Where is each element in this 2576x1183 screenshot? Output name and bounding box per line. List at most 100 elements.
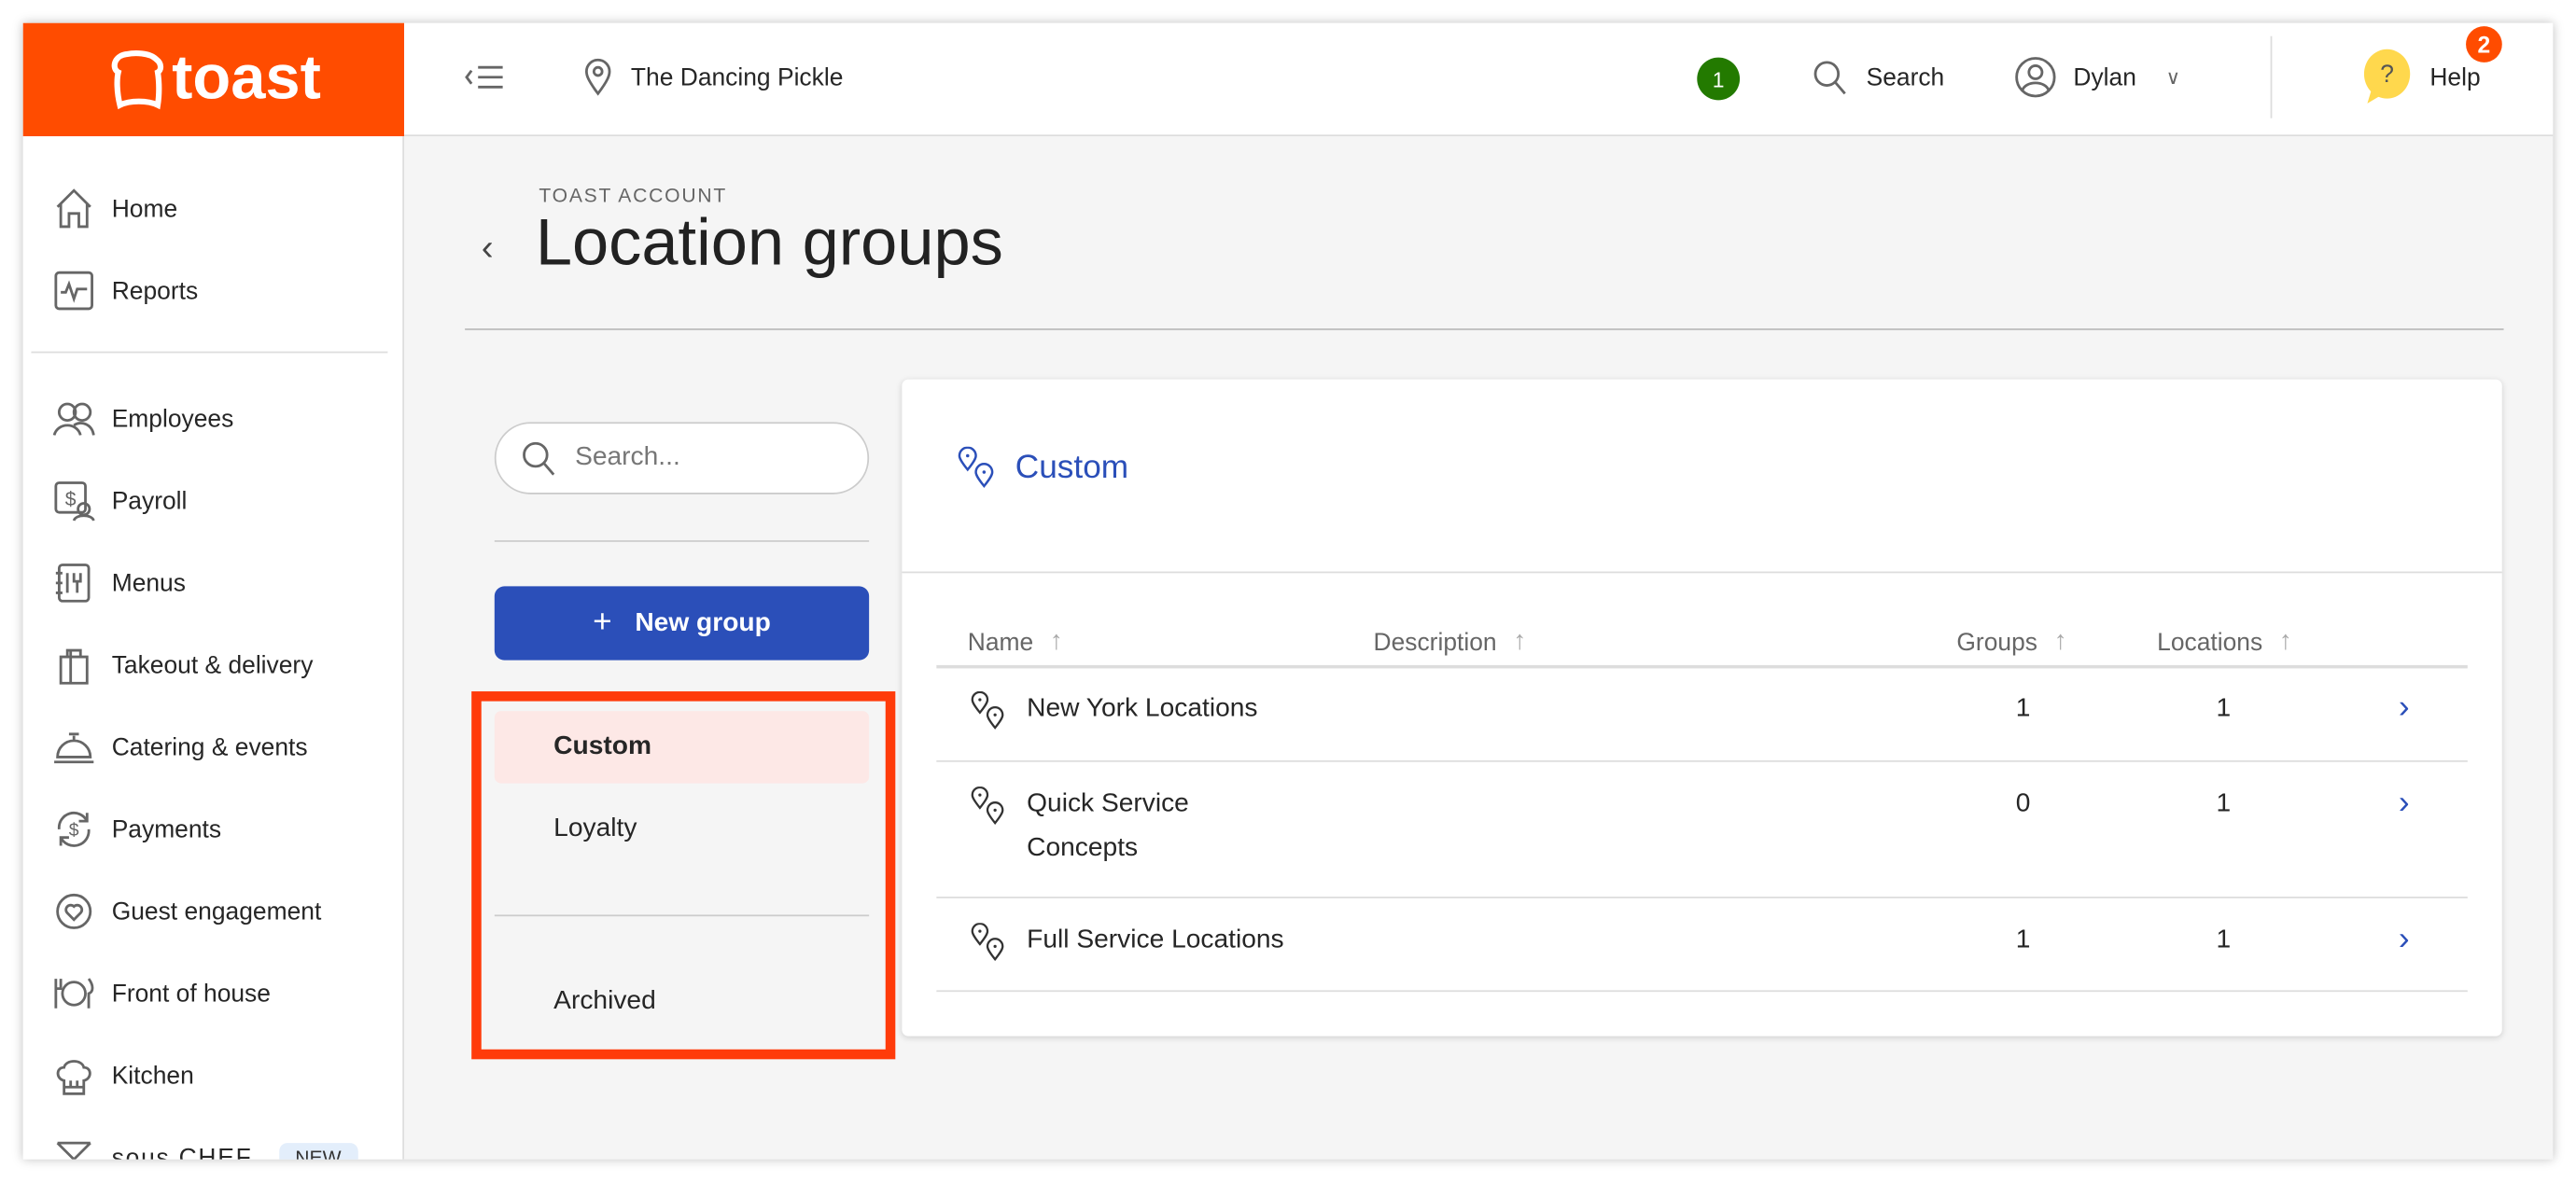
sidebar-item-payroll[interactable]: $ Payroll [52, 480, 187, 522]
svg-text:$: $ [69, 820, 79, 841]
sidebar-item-takeout[interactable]: Takeout & delivery [52, 644, 313, 687]
sidebar: Home Reports Employees $ Payroll Menus Ta… [22, 136, 405, 1160]
sidebar-item-label: Reports [111, 276, 199, 305]
locations-count: 1 [2216, 789, 2232, 818]
collapse-sidebar-button[interactable] [463, 23, 509, 132]
column-label: Description [1373, 628, 1497, 657]
reports-icon [54, 271, 93, 311]
sidebar-item-kitchen[interactable]: Kitchen [52, 1054, 194, 1097]
top-bar: The Dancing Pickle 1 Search Dylan ∨ ? He… [404, 22, 2554, 137]
groups-count: 1 [2015, 694, 2031, 723]
search-button[interactable]: Search [1811, 23, 1944, 132]
column-header-name[interactable]: Name ↑ [968, 627, 1063, 657]
search-icon [523, 441, 555, 476]
new-group-button[interactable]: + New group [494, 586, 870, 661]
sidebar-item-label: Home [111, 194, 178, 223]
header-divider [465, 328, 2504, 330]
sidebar-item-label: sous CHEF [111, 1143, 253, 1160]
group-name[interactable]: Full Service Locations [1027, 926, 1283, 956]
employees-icon [52, 402, 95, 436]
help-label: Help [2429, 63, 2481, 91]
help-badge: 2 [2466, 26, 2502, 63]
payments-icon: $ [57, 811, 91, 847]
sort-arrow-icon: ↑ [2278, 627, 2292, 656]
sidebar-item-label: Menus [111, 568, 186, 597]
back-button[interactable]: ‹ [482, 227, 494, 270]
divider [2270, 35, 2273, 118]
search-icon [1813, 61, 1846, 95]
sort-arrow-icon: ↑ [2053, 627, 2067, 656]
groups-count: 1 [2015, 926, 2031, 954]
collapse-menu-icon [465, 65, 503, 89]
menus-icon [55, 564, 91, 603]
column-header-locations[interactable]: Locations ↑ [2157, 627, 2292, 657]
sidebar-item-label: Guest engagement [111, 897, 322, 926]
sidebar-item-label: Takeout & delivery [111, 650, 314, 679]
sidebar-item-label: Payments [111, 814, 222, 843]
page-title: Location groups [535, 206, 1003, 280]
location-selector[interactable]: The Dancing Pickle [581, 23, 843, 132]
guest-engagement-icon [56, 893, 92, 929]
divider [902, 571, 2502, 574]
sidebar-item-label: Payroll [111, 486, 188, 515]
group-name-continued: Concepts [1027, 834, 1139, 863]
sidebar-item-employees[interactable]: Employees [52, 397, 233, 440]
group-search-input[interactable]: Search... [494, 422, 870, 494]
location-group-icon [970, 922, 1009, 962]
sidebar-item-front-of-house[interactable]: Front of house [52, 972, 271, 1015]
search-placeholder: Search... [575, 443, 680, 472]
chevron-right-icon[interactable]: › [2399, 785, 2410, 822]
sort-arrow-icon: ↑ [1049, 627, 1063, 656]
sidebar-item-reports[interactable]: Reports [52, 270, 198, 313]
location-group-icon [958, 446, 994, 488]
column-label: Name [967, 628, 1034, 657]
help-button[interactable]: ? Help [2358, 23, 2481, 132]
home-icon [56, 188, 91, 229]
header-divider [936, 664, 2468, 669]
svg-text:?: ? [2380, 60, 2394, 88]
column-header-groups[interactable]: Groups ↑ [1956, 627, 2066, 657]
location-name: The Dancing Pickle [630, 63, 844, 91]
groups-count: 0 [2015, 789, 2031, 818]
column-label: Groups [1956, 628, 2038, 657]
row-divider [936, 990, 2468, 993]
sidebar-item-label: Catering & events [111, 732, 308, 761]
group-name[interactable]: New York Locations [1027, 695, 1257, 725]
sidebar-divider [31, 351, 388, 354]
group-name[interactable]: Quick Service [1027, 790, 1189, 820]
brand-name: toast [172, 44, 321, 114]
chevron-down-icon: ∨ [2165, 65, 2181, 90]
chevron-right-icon[interactable]: › [2399, 689, 2410, 727]
sidebar-item-sous-chef[interactable]: sous CHEF NEW [52, 1136, 358, 1160]
sidebar-item-home[interactable]: Home [52, 188, 177, 230]
row-divider [936, 897, 2468, 898]
locations-count: 1 [2216, 694, 2232, 723]
page-eyebrow: TOAST ACCOUNT [539, 184, 728, 207]
catering-icon [54, 732, 94, 764]
toast-logo[interactable]: toast [22, 22, 405, 137]
column-label: Locations [2157, 628, 2263, 657]
sidebar-item-label: Kitchen [111, 1061, 194, 1090]
svg-text:$: $ [65, 489, 77, 510]
chef-icon [56, 1141, 91, 1160]
sidebar-item-menus[interactable]: Menus [52, 562, 186, 605]
location-group-icon [970, 786, 1009, 826]
column-header-description[interactable]: Description ↑ [1374, 627, 1527, 657]
plus-icon: + [593, 604, 612, 641]
notification-badge[interactable]: 1 [1697, 57, 1741, 101]
sidebar-item-guest-engagement[interactable]: Guest engagement [52, 890, 321, 933]
sort-arrow-icon: ↑ [1513, 627, 1527, 656]
highlight-box [471, 691, 896, 1060]
kitchen-icon [56, 1060, 91, 1095]
chevron-right-icon[interactable]: › [2399, 921, 2410, 958]
card-title: Custom [956, 446, 1129, 490]
sidebar-item-label: Employees [111, 404, 234, 433]
user-name: Dylan [2073, 63, 2136, 91]
sidebar-item-label: Front of house [111, 979, 271, 1008]
payroll-icon: $ [54, 481, 95, 522]
sidebar-item-catering[interactable]: Catering & events [52, 726, 308, 769]
user-menu[interactable]: Dylan ∨ [2014, 23, 2180, 132]
card-title-text: Custom [1015, 449, 1129, 486]
sidebar-item-payments[interactable]: $ Payments [52, 808, 221, 851]
app-window: toast The Dancing Pickle 1 Search Dylan … [22, 22, 2554, 1160]
